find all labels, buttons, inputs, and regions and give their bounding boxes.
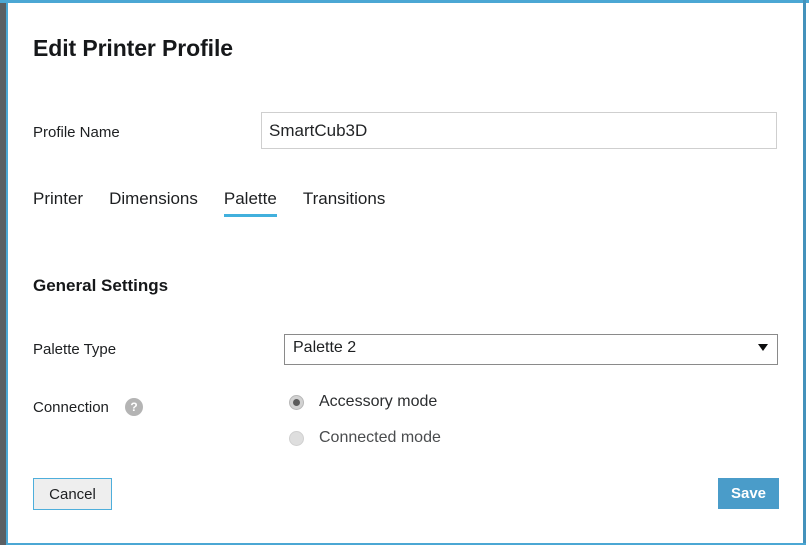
radio-accessory-mode-mark[interactable] <box>289 394 304 410</box>
help-icon[interactable]: ? <box>125 398 143 416</box>
tab-printer[interactable]: Printer <box>33 189 83 217</box>
tab-transitions[interactable]: Transitions <box>303 189 386 217</box>
profile-name-label: Profile Name <box>33 124 120 141</box>
radio-connected-mode[interactable]: Connected mode <box>289 429 441 447</box>
tab-palette[interactable]: Palette <box>223 189 277 217</box>
chevron-down-icon <box>758 344 768 351</box>
palette-type-selected-value: Palette 2 <box>293 339 357 356</box>
cancel-button[interactable]: Cancel <box>33 478 112 510</box>
palette-type-label: Palette Type <box>33 341 117 358</box>
palette-type-select[interactable]: Palette 2 <box>284 334 778 365</box>
page-title: Edit Printer Profile <box>33 35 233 61</box>
general-settings-heading: General Settings <box>33 276 169 295</box>
radio-accessory-mode-label: Accessory mode <box>319 393 438 410</box>
radio-connected-mode-mark[interactable] <box>289 430 304 446</box>
connection-label: Connection <box>33 399 109 416</box>
tab-printer-label: Printer <box>33 189 84 208</box>
dialog-content: Edit Printer Profile Profile Name Printe… <box>8 3 803 543</box>
save-button[interactable]: Save <box>718 478 779 509</box>
tab-bar: Printer Dimensions Palette Transitions <box>33 189 385 225</box>
radio-connected-mode-label: Connected mode <box>319 429 441 446</box>
window-right-accent-border <box>803 0 806 545</box>
edit-printer-profile-dialog: Edit Printer Profile Profile Name Printe… <box>0 0 809 545</box>
tab-dimensions[interactable]: Dimensions <box>109 189 198 217</box>
radio-accessory-mode[interactable]: Accessory mode <box>289 393 437 411</box>
tab-palette-label: Palette <box>223 189 277 208</box>
profile-name-input[interactable] <box>261 112 777 149</box>
tab-transitions-label: Transitions <box>302 189 386 208</box>
tab-dimensions-label: Dimensions <box>109 189 198 208</box>
